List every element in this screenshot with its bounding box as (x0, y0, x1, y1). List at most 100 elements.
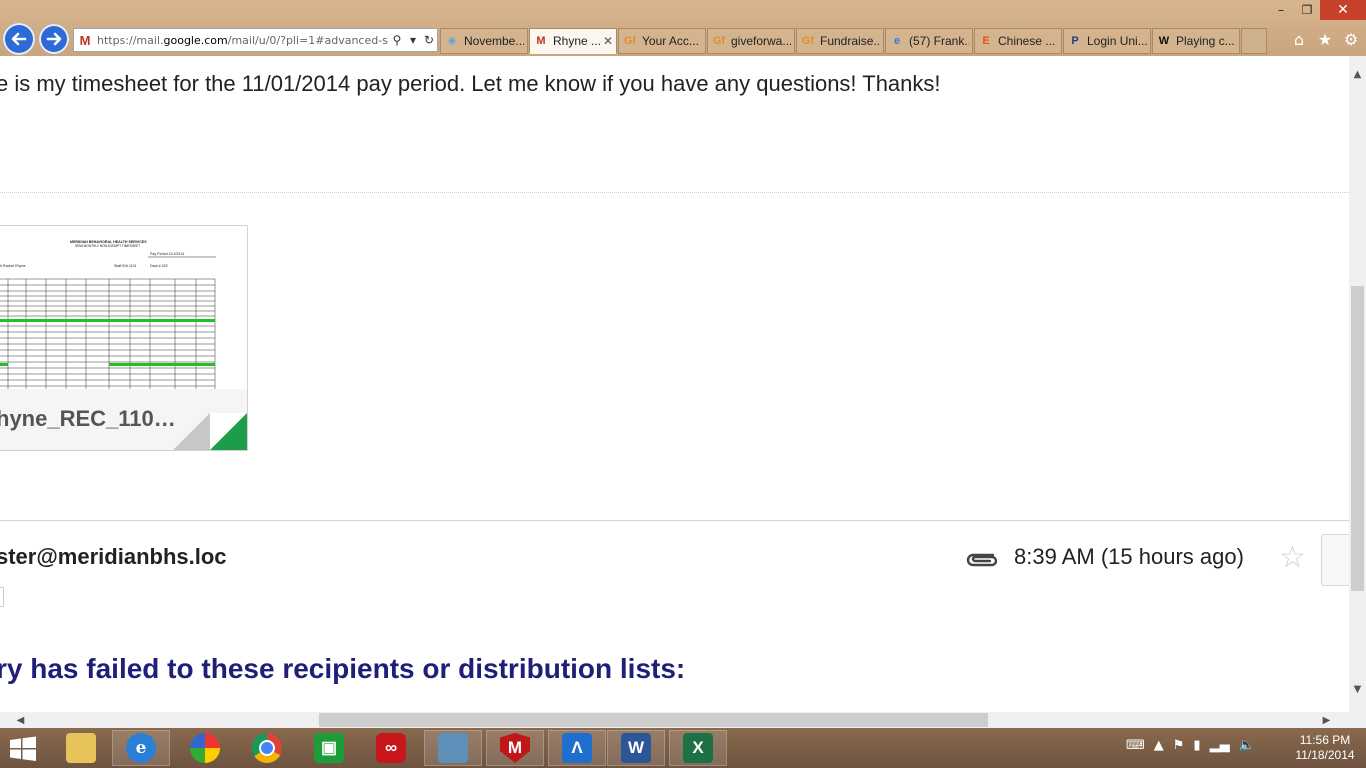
battery-icon[interactable]: ▮ (1193, 738, 1200, 753)
attachment-filename[interactable]: hyne_REC_110… (0, 406, 176, 432)
keyboard-icon[interactable]: ⌨ (1126, 738, 1145, 753)
thumb-name: h Rachel Rhyne (0, 264, 26, 268)
sender-address[interactable]: ster@meridianbhs.loc (0, 544, 227, 570)
creative-cloud-icon[interactable]: ∞ (362, 730, 420, 766)
timesheet-thumbnail: MERIDIAN BEHAVIORAL HEALTH SERVICES SEMI… (0, 226, 247, 389)
message-separator (0, 520, 1349, 521)
gf-icon: Gf (801, 35, 815, 47)
restore-button[interactable]: ❐ (1294, 0, 1320, 20)
favorites-star-icon[interactable]: ★ (1314, 30, 1336, 49)
message-time: 8:39 AM (15 hours ago) (1014, 544, 1244, 569)
app-a-icon[interactable]: Λ (548, 730, 606, 766)
system-tray: ⌨ ▲ ⚑ ▮ ▂▄ 🔈 (1126, 738, 1255, 753)
window-controls: – ❐ ✕ (1268, 0, 1366, 22)
gmail-icon: M (536, 35, 546, 47)
star-icon[interactable]: ☆ (1279, 540, 1306, 575)
clock-time: 11:56 PM (1299, 733, 1351, 747)
tab-label: (57) Frank... (909, 34, 969, 48)
tab-label: Novembe... (464, 34, 524, 48)
address-bar[interactable]: M https://mail.google.com/mail/u/0/?pli=… (73, 28, 438, 52)
delivery-failure-text: ry has failed to these recipients or dis… (0, 653, 686, 684)
system-clock[interactable]: 11:56 PM 11/18/2014 (1290, 733, 1360, 763)
gf-icon: Gf (712, 35, 726, 47)
details-toggle[interactable] (0, 587, 4, 607)
tab-label: Playing c... (1176, 34, 1235, 48)
scroll-left-icon[interactable]: ◀ (12, 712, 29, 728)
taskbar: e ▣ ∞ M Λ W X ⌨ ▲ ⚑ ▮ ▂▄ 🔈 11:56 PM 11/1… (0, 728, 1366, 768)
close-tab-icon[interactable]: ✕ (603, 34, 613, 48)
email-body-text: e is my timesheet for the 11/01/2014 pay… (0, 71, 941, 96)
network-app-icon[interactable] (424, 730, 482, 766)
excel-icon[interactable]: X (669, 730, 727, 766)
thumb-staff-id: Staff ID# 1101 (114, 264, 137, 268)
refresh-icon[interactable]: ↻ (421, 33, 437, 47)
back-button[interactable] (3, 23, 35, 55)
tab-label: Rhyne ... (553, 34, 601, 48)
thumb-green-row (109, 363, 215, 366)
address-url[interactable]: https://mail.google.com/mail/u/0/?pli=1#… (97, 34, 389, 47)
thumb-green-row (0, 319, 215, 322)
browser-tab[interactable]: ☀ Novembe... (440, 28, 528, 54)
forward-arrow-icon (46, 32, 62, 46)
email-view: e is my timesheet for the 11/01/2014 pay… (0, 56, 1349, 712)
windows-start-icon[interactable] (8, 736, 38, 762)
internet-explorer-icon[interactable]: e (112, 730, 170, 766)
search-icon[interactable]: ⚲ (389, 33, 405, 47)
close-window-button[interactable]: ✕ (1320, 0, 1366, 20)
show-hidden-icons-icon[interactable]: ▲ (1154, 738, 1164, 753)
browser-tools: ⌂ ★ ⚙ (1288, 30, 1362, 49)
action-center-flag-icon[interactable]: ⚑ (1173, 738, 1185, 753)
browser-tab[interactable]: Gf Your Acc... (618, 28, 706, 54)
minimize-button[interactable]: – (1268, 0, 1294, 20)
thumb-pay-period: Pay Period 11/1/2014 (150, 252, 184, 256)
tab-label: Chinese ... (998, 34, 1056, 48)
tab-label: Login Uni... (1087, 34, 1147, 48)
etsy-icon: E (982, 35, 990, 47)
dropdown-icon[interactable]: ▾ (405, 33, 421, 47)
signal-icon[interactable]: ▂▄ (1210, 738, 1230, 753)
scroll-up-icon[interactable]: ▲ (1349, 66, 1366, 83)
browser-tab[interactable]: Gf giveforwa... (707, 28, 795, 54)
wikipedia-icon: W (1158, 35, 1170, 47)
reply-button[interactable] (1321, 534, 1349, 586)
thumb-dept: Dept # 432 (150, 264, 168, 268)
paypal-icon: P (1071, 35, 1079, 47)
tab-label: Your Acc... (642, 34, 699, 48)
gmail-icon: M (79, 32, 91, 48)
chrome-icon[interactable] (238, 730, 296, 766)
windows-store-icon[interactable]: ▣ (300, 730, 358, 766)
picasa-icon[interactable] (176, 730, 234, 766)
attachment-card[interactable]: MERIDIAN BEHAVIORAL HEALTH SERVICES SEMI… (0, 225, 248, 451)
vertical-scrollbar[interactable]: ▲ ▼ (1349, 56, 1366, 712)
home-icon[interactable]: ⌂ (1288, 30, 1310, 49)
browser-tab[interactable]: P Login Uni... (1063, 28, 1151, 54)
browser-tab[interactable]: W Playing c... (1152, 28, 1240, 54)
gf-icon: Gf (623, 35, 637, 47)
weather-icon: ☀ (447, 35, 457, 48)
browser-tab[interactable]: Gf Fundraise... (796, 28, 884, 54)
vertical-scroll-thumb[interactable] (1351, 286, 1364, 591)
browser-tab[interactable]: E Chinese ... (974, 28, 1062, 54)
scroll-down-icon[interactable]: ▼ (1349, 681, 1366, 698)
thumb-green-row (0, 363, 8, 366)
scrollbar-corner (1349, 712, 1366, 728)
clock-date: 11/18/2014 (1295, 748, 1355, 762)
file-explorer-icon[interactable] (52, 730, 110, 766)
scroll-right-icon[interactable]: ▶ (1318, 712, 1335, 728)
settings-gear-icon[interactable]: ⚙ (1340, 30, 1362, 49)
thumb-grid (0, 278, 216, 389)
word-icon[interactable]: W (607, 730, 665, 766)
divider (0, 192, 1349, 193)
new-tab-button[interactable] (1241, 28, 1267, 54)
browser-tab[interactable]: M Rhyne ... ✕ (529, 28, 617, 54)
excel-file-icon (210, 413, 247, 450)
back-arrow-icon (11, 32, 27, 46)
horizontal-scrollbar[interactable]: ◀ ▶ (0, 712, 1349, 728)
mcafee-icon[interactable]: M (486, 730, 544, 766)
browser-tab[interactable]: e (57) Frank... (885, 28, 973, 54)
horizontal-scroll-thumb[interactable] (319, 713, 988, 727)
ie-icon: e (893, 35, 901, 47)
paperclip-icon (966, 553, 998, 567)
volume-icon[interactable]: 🔈 (1239, 738, 1255, 753)
forward-button[interactable] (39, 24, 69, 54)
